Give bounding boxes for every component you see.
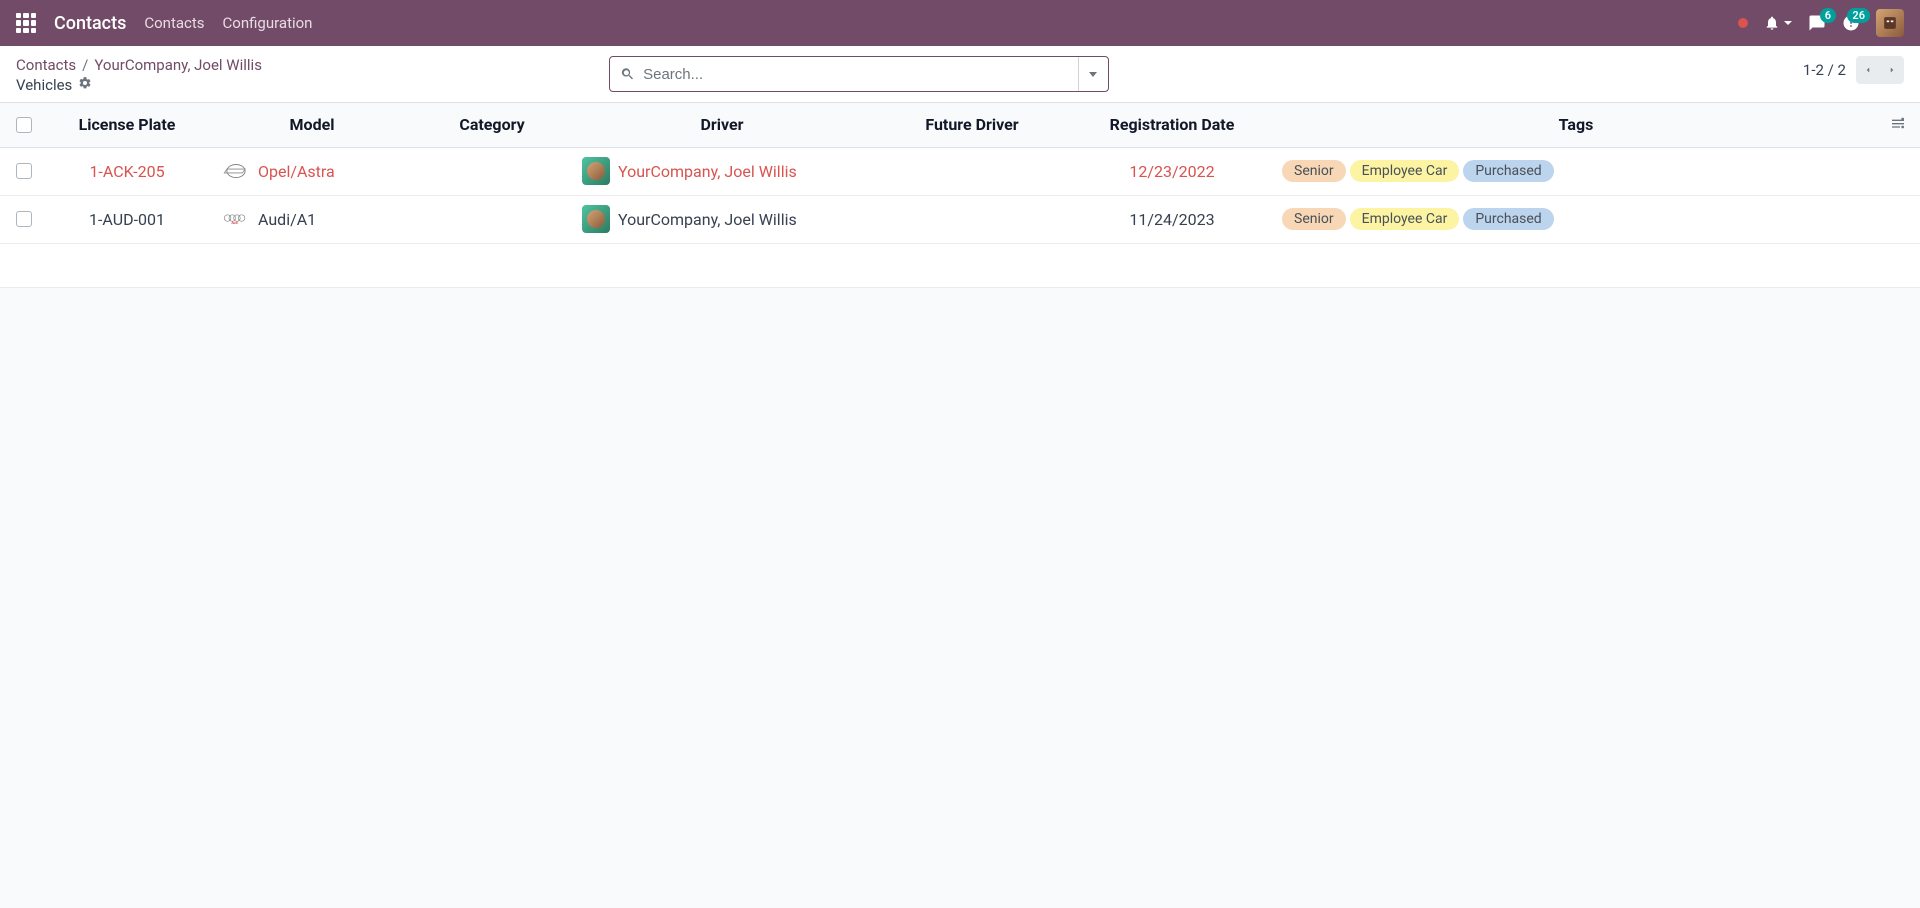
cell-category — [412, 195, 572, 243]
navbar-left: Contacts Contacts Configuration — [16, 13, 312, 34]
tag: Senior — [1282, 208, 1346, 230]
row-checkbox[interactable] — [16, 211, 32, 227]
messages-icon[interactable]: 6 — [1808, 14, 1826, 32]
table-row[interactable]: 1-AUD-001 Audi Audi/A1 YourCompany, Joel Wi… — [0, 195, 1920, 243]
subtitle-text: Vehicles — [16, 76, 72, 94]
searchbox — [609, 56, 1109, 92]
nav-menu-configuration[interactable]: Configuration — [223, 14, 313, 32]
svg-text:Audi: Audi — [231, 221, 238, 225]
gear-icon[interactable] — [78, 76, 92, 94]
col-category[interactable]: Category — [412, 103, 572, 147]
user-avatar[interactable] — [1876, 9, 1904, 37]
col-license-plate[interactable]: License Plate — [42, 103, 212, 147]
table-footer-spacer — [0, 244, 1920, 288]
tag: Employee Car — [1350, 160, 1460, 182]
tag: Senior — [1282, 160, 1346, 182]
driver-name: YourCompany, Joel Willis — [618, 162, 797, 181]
search-options-toggle[interactable] — [1078, 57, 1108, 91]
cell-tags: SeniorEmployee CarPurchased — [1272, 147, 1880, 195]
navbar: Contacts Contacts Configuration 6 26 — [0, 0, 1920, 46]
breadcrumb-sep: / — [82, 56, 88, 74]
searchbox-input-wrap — [610, 57, 1078, 91]
cell-driver: YourCompany, Joel Willis — [572, 147, 872, 195]
nav-brand[interactable]: Contacts — [54, 13, 126, 34]
pager-buttons — [1856, 56, 1904, 84]
cell-model: Audi Audi/A1 — [212, 195, 412, 243]
activities-icon[interactable]: 26 — [1842, 14, 1860, 32]
table-wrap: License Plate Model Category Driver Futu… — [0, 103, 1920, 288]
messages-badge: 6 — [1820, 8, 1836, 23]
brand-logo-icon: Audi — [222, 207, 250, 231]
cell-driver: YourCompany, Joel Willis — [572, 195, 872, 243]
col-registration-date[interactable]: Registration Date — [1072, 103, 1272, 147]
table-header-row: License Plate Model Category Driver Futu… — [0, 103, 1920, 147]
search-input[interactable] — [643, 66, 1068, 83]
model-text: Audi/A1 — [258, 210, 316, 229]
status-dot — [1738, 18, 1748, 28]
pager-prev[interactable] — [1856, 56, 1880, 84]
driver-name: YourCompany, Joel Willis — [618, 210, 797, 229]
col-driver[interactable]: Driver — [572, 103, 872, 147]
cell-future-driver — [872, 195, 1072, 243]
control-panel-right: 1-2 / 2 — [1803, 56, 1904, 84]
table-row[interactable]: 1-ACK-205 Opel/Astra YourCompany, Joel Wil… — [0, 147, 1920, 195]
cell-registration-date: 12/23/2022 — [1072, 147, 1272, 195]
col-future-driver[interactable]: Future Driver — [872, 103, 1072, 147]
nav-menu-contacts[interactable]: Contacts — [144, 14, 204, 32]
apps-icon[interactable] — [16, 13, 36, 33]
driver-avatar — [582, 157, 610, 185]
col-tags[interactable]: Tags — [1272, 103, 1880, 147]
optional-fields-icon[interactable] — [1890, 116, 1906, 135]
model-text: Opel/Astra — [258, 162, 335, 181]
breadcrumb: Contacts / YourCompany, Joel Willis — [16, 56, 262, 74]
cell-future-driver — [872, 147, 1072, 195]
cell-license-plate: 1-AUD-001 — [42, 195, 212, 243]
search-icon — [620, 66, 635, 82]
subtitle-row: Vehicles — [16, 76, 262, 94]
notifications-icon[interactable] — [1764, 15, 1792, 31]
cell-category — [412, 147, 572, 195]
pager-text[interactable]: 1-2 / 2 — [1803, 61, 1846, 79]
col-model[interactable]: Model — [212, 103, 412, 147]
row-checkbox[interactable] — [16, 163, 32, 179]
brand-logo-icon — [222, 159, 250, 183]
cell-registration-date: 11/24/2023 — [1072, 195, 1272, 243]
activities-badge: 26 — [1847, 8, 1870, 23]
control-panel: Contacts / YourCompany, Joel Willis Vehi… — [0, 46, 1920, 103]
select-all-checkbox[interactable] — [16, 117, 32, 133]
driver-avatar — [582, 205, 610, 233]
tag: Employee Car — [1350, 208, 1460, 230]
cell-license-plate: 1-ACK-205 — [42, 147, 212, 195]
breadcrumb-current[interactable]: YourCompany, Joel Willis — [94, 56, 262, 74]
control-panel-left: Contacts / YourCompany, Joel Willis Vehi… — [16, 56, 262, 94]
tag: Purchased — [1463, 160, 1553, 182]
cell-tags: SeniorEmployee CarPurchased — [1272, 195, 1880, 243]
cell-model: Opel/Astra — [212, 147, 412, 195]
tag: Purchased — [1463, 208, 1553, 230]
control-panel-center — [609, 56, 1109, 92]
pager-next[interactable] — [1880, 56, 1904, 84]
navbar-right: 6 26 — [1738, 9, 1904, 37]
breadcrumb-root[interactable]: Contacts — [16, 56, 76, 74]
vehicles-table: License Plate Model Category Driver Futu… — [0, 103, 1920, 244]
